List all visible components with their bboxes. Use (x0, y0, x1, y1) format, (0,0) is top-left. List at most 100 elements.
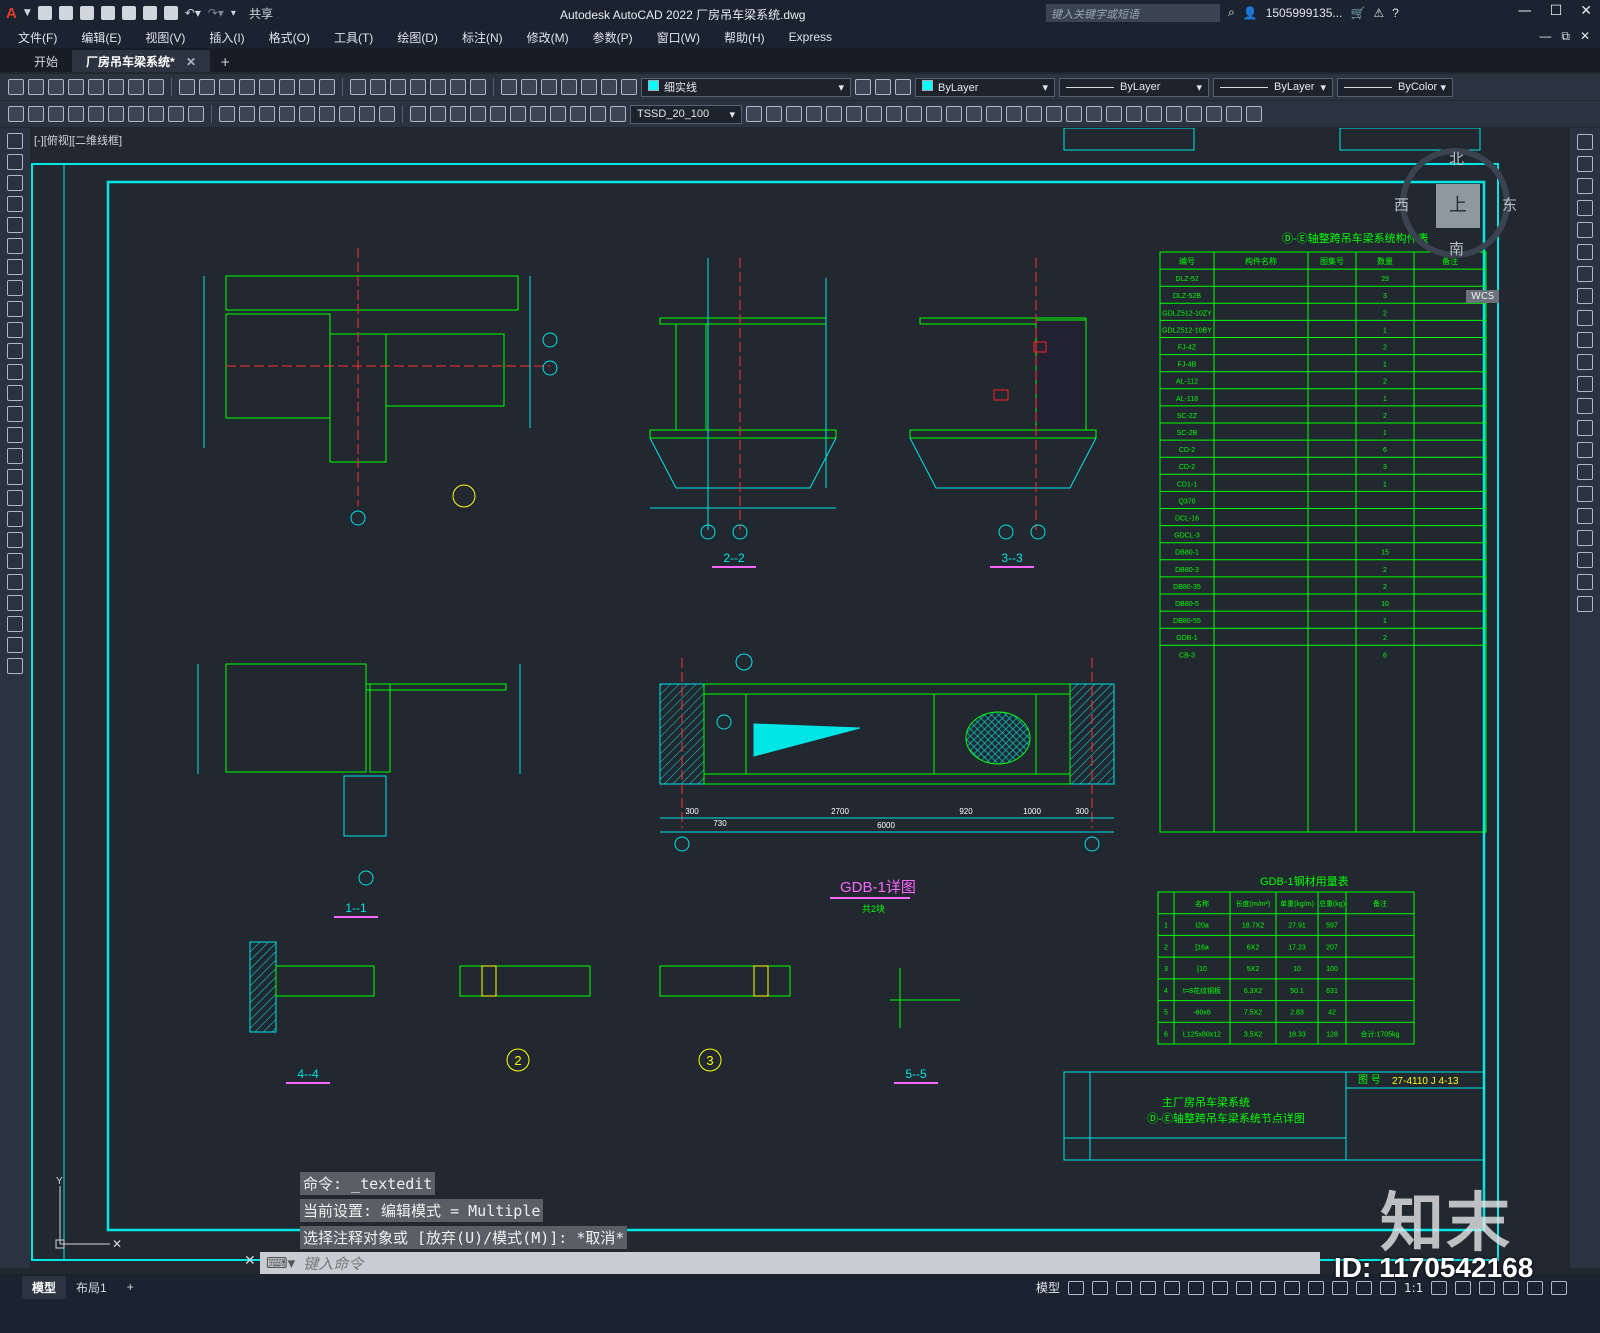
toolbar-icon[interactable] (219, 79, 235, 95)
dimension-tool-icon[interactable] (108, 106, 124, 122)
dimension-tool-icon[interactable] (259, 106, 275, 122)
dimension-tool-icon[interactable] (470, 106, 486, 122)
draw-tool-icon[interactable] (7, 133, 23, 149)
status-toggle-icon[interactable] (1212, 1280, 1229, 1295)
compass-south[interactable]: 南 (1449, 238, 1464, 259)
modify-tool-icon[interactable] (1577, 200, 1593, 216)
linetype-dropdown[interactable]: ByLayer ▾ (1059, 77, 1209, 97)
maximize-button[interactable]: ☐ (1550, 3, 1563, 19)
dimension-tool-icon[interactable] (128, 106, 144, 122)
modify-tool-icon[interactable] (1577, 442, 1593, 458)
doc-close-button[interactable]: ✕ (1580, 29, 1590, 44)
modify-tool-icon[interactable] (766, 106, 782, 122)
toolbar-icon[interactable] (410, 79, 426, 95)
draw-tool-icon[interactable] (7, 385, 23, 401)
toolbar-icon[interactable] (621, 79, 637, 95)
draw-tool-icon[interactable] (7, 448, 23, 464)
menu-item[interactable]: 工具(T) (334, 29, 373, 46)
dimension-tool-icon[interactable] (410, 106, 426, 122)
command-close-icon[interactable]: ✕ (244, 1253, 256, 1269)
menu-item[interactable]: 插入(I) (209, 29, 244, 46)
toolbar-icon[interactable] (501, 79, 517, 95)
draw-tool-icon[interactable] (7, 175, 23, 191)
draw-tool-icon[interactable] (7, 364, 23, 380)
modify-tool-icon[interactable] (1577, 266, 1593, 282)
menu-item[interactable]: 编辑(E) (81, 29, 121, 46)
autodesk-account-icon[interactable]: ⚠ (1373, 6, 1384, 20)
modify-tool-icon[interactable] (1577, 134, 1593, 150)
draw-tool-icon[interactable] (7, 406, 23, 422)
modify-tool-icon[interactable] (1577, 552, 1593, 568)
status-toggle-icon[interactable] (1260, 1280, 1277, 1295)
modify-tool-icon[interactable] (1577, 222, 1593, 238)
customize-quick-access-icon[interactable]: ▾ (231, 8, 236, 19)
toolbar-icon[interactable] (179, 79, 195, 95)
modify-tool-icon[interactable] (1066, 106, 1082, 122)
status-toggle-icon[interactable] (1551, 1280, 1568, 1295)
command-input[interactable]: ⌨▾ 键入命令 (260, 1252, 1320, 1274)
modify-tool-icon[interactable] (946, 106, 962, 122)
cart-icon[interactable]: 🛒 (1350, 6, 1365, 20)
menu-item[interactable]: 视图(V) (145, 29, 185, 46)
toolbar-icon[interactable] (8, 79, 24, 95)
toolbar-icon[interactable] (390, 79, 406, 95)
modify-tool-icon[interactable] (1146, 106, 1162, 122)
layer-dropdown[interactable]: 细实线 ▾ (641, 77, 851, 97)
modify-tool-icon[interactable] (986, 106, 1002, 122)
help-icon[interactable]: ? (1392, 6, 1399, 20)
open-web-icon[interactable] (121, 6, 136, 20)
compass-east[interactable]: 东 (1502, 194, 1517, 215)
toolbar-icon[interactable] (68, 79, 84, 95)
toolbar-icon[interactable] (28, 79, 44, 95)
menu-item[interactable]: 绘图(D) (397, 29, 438, 46)
dimension-tool-icon[interactable] (430, 106, 446, 122)
status-toggle-icon[interactable] (1236, 1280, 1253, 1295)
layer-tool-icon[interactable] (875, 79, 891, 95)
modify-tool-icon[interactable] (1126, 106, 1142, 122)
dimension-tool-icon[interactable] (68, 106, 84, 122)
toolbar-icon[interactable] (108, 79, 124, 95)
dimension-tool-icon[interactable] (279, 106, 295, 122)
dimension-tool-icon[interactable] (299, 106, 315, 122)
save-icon[interactable] (79, 6, 94, 20)
draw-tool-icon[interactable] (7, 553, 23, 569)
menu-item[interactable]: 参数(P) (593, 29, 633, 46)
modify-tool-icon[interactable] (1577, 244, 1593, 260)
menu-item[interactable]: 标注(N) (462, 29, 503, 46)
compass-north[interactable]: 北 (1449, 148, 1464, 169)
modify-tool-icon[interactable] (1577, 354, 1593, 370)
modify-tool-icon[interactable] (926, 106, 942, 122)
toolbar-icon[interactable] (88, 79, 104, 95)
toolbar-icon[interactable] (319, 79, 335, 95)
draw-tool-icon[interactable] (7, 574, 23, 590)
draw-tool-icon[interactable] (7, 217, 23, 233)
modify-tool-icon[interactable] (746, 106, 762, 122)
dimension-tool-icon[interactable] (570, 106, 586, 122)
toolbar-icon[interactable] (521, 79, 537, 95)
draw-tool-icon[interactable] (7, 658, 23, 674)
draw-tool-icon[interactable] (7, 154, 23, 170)
modify-tool-icon[interactable] (1577, 178, 1593, 194)
layout-tab-model[interactable]: 模型 (22, 1275, 67, 1299)
status-toggle-icon[interactable] (1140, 1280, 1157, 1295)
dimension-tool-icon[interactable] (188, 106, 204, 122)
menu-item[interactable]: 窗口(W) (657, 29, 700, 46)
modify-tool-icon[interactable] (1577, 530, 1593, 546)
dimension-tool-icon[interactable] (530, 106, 546, 122)
modify-tool-icon[interactable] (1206, 106, 1222, 122)
toolbar-icon[interactable] (239, 79, 255, 95)
lineweight-dropdown[interactable]: ByLayer ▾ (1213, 77, 1333, 97)
viewcube-top-face[interactable]: 上 (1436, 184, 1480, 228)
search-icon[interactable]: ⌕ (1228, 5, 1235, 20)
new-file-icon[interactable] (37, 6, 52, 20)
dimension-tool-icon[interactable] (319, 106, 335, 122)
draw-tool-icon[interactable] (7, 595, 23, 611)
toolbar-icon[interactable] (601, 79, 617, 95)
autocad-logo[interactable]: A (6, 5, 17, 22)
modify-tool-icon[interactable] (906, 106, 922, 122)
dimension-tool-icon[interactable] (148, 106, 164, 122)
wcs-menu[interactable]: WCS (1466, 290, 1500, 303)
layout-tab-layout1[interactable]: 布局1 (66, 1276, 117, 1299)
dimension-tool-icon[interactable] (550, 106, 566, 122)
compass-west[interactable]: 西 (1394, 194, 1409, 215)
